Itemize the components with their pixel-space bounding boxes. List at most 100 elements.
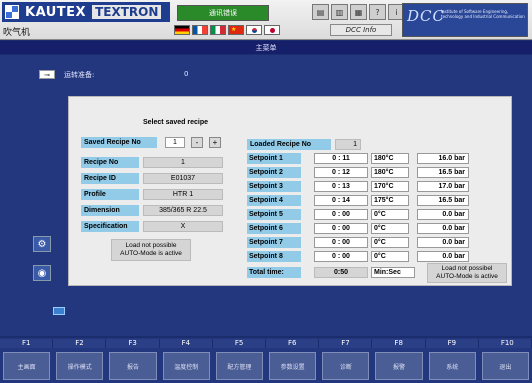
- decrement-button[interactable]: -: [191, 137, 203, 148]
- setpoint-1-pressure: 16.0 bar: [417, 153, 469, 164]
- setpoint-5-temp: 0°C: [371, 209, 409, 220]
- chinese-flag-icon[interactable]: [228, 25, 244, 35]
- italian-flag-icon[interactable]: [210, 25, 226, 35]
- monitor-icon[interactable]: ▤: [312, 4, 329, 20]
- right-note-line-1: Load not possibel: [441, 265, 493, 272]
- settings-icon[interactable]: ▦: [350, 4, 367, 20]
- network-icon[interactable]: ▥: [331, 4, 348, 20]
- f8-button[interactable]: 报警: [375, 352, 423, 380]
- right-note-line-2: AUTO-Mode is active: [436, 273, 498, 280]
- german-flag-icon[interactable]: [174, 25, 190, 35]
- setpoint-6-time: 0 : 00: [314, 223, 368, 234]
- french-flag-icon[interactable]: [192, 25, 208, 35]
- setpoint-7-temp: 0°C: [371, 237, 409, 248]
- logo-kautex-text: KAUTEX: [25, 4, 87, 20]
- saved-recipe-no-input[interactable]: 1: [165, 137, 185, 148]
- setpoint-4-label: Setpoint 4: [247, 195, 301, 206]
- dcc-logo-tagline: Institute of Software Engineering, techn…: [441, 9, 525, 19]
- fkey-label-f9: F9: [426, 339, 479, 348]
- specification-value: X: [143, 221, 223, 232]
- setpoint-6-pressure: 0.0 bar: [417, 223, 469, 234]
- setpoint-5-time: 0 : 00: [314, 209, 368, 220]
- f9-button[interactable]: 系统: [428, 352, 476, 380]
- kautex-textron-logo: KAUTEX TEXTRON: [2, 2, 170, 22]
- f4-button[interactable]: 温度控制: [162, 352, 210, 380]
- header-bar: KAUTEX TEXTRON 吹气机 通讯错误 ▤ ▥ ▦ ? i DCC In…: [0, 0, 532, 40]
- setpoint-7-time: 0 : 00: [314, 237, 368, 248]
- dimension-value: 385/365 R 22.5: [143, 205, 223, 216]
- setpoint-8-temp: 0°C: [371, 251, 409, 262]
- recipe-id-value: E01037: [143, 173, 223, 184]
- loaded-recipe-no-label: Loaded Recipe No: [247, 139, 331, 150]
- dcc-logo: DCC Institute of Software Engineering, t…: [402, 3, 528, 37]
- language-selector: [174, 25, 280, 35]
- f10-button[interactable]: 退出: [481, 352, 530, 380]
- setpoint-8-time: 0 : 00: [314, 251, 368, 262]
- setpoint-8-label: Setpoint 8: [247, 251, 301, 262]
- dcc-logo-text: DCC: [407, 7, 445, 25]
- function-key-bar: F1 F2 F3 F4 F5 F6 F7 F8 F9 F10 主画面 操作模式 …: [0, 338, 532, 383]
- f2-button[interactable]: 操作模式: [56, 352, 104, 380]
- setpoint-3-pressure: 17.0 bar: [417, 181, 469, 192]
- korean-flag-icon[interactable]: [246, 25, 262, 35]
- setpoint-2-label: Setpoint 2: [247, 167, 301, 178]
- setpoint-2-time: 0 : 12: [314, 167, 368, 178]
- setpoint-3-time: 0 : 13: [314, 181, 368, 192]
- fkey-label-f1: F1: [0, 339, 54, 348]
- japanese-flag-icon[interactable]: [264, 25, 280, 35]
- status-label: 运转准备:: [64, 71, 95, 79]
- fkey-label-f6: F6: [266, 339, 320, 348]
- recipe-no-value: 1: [143, 157, 223, 168]
- setpoint-2-temp: 180°C: [371, 167, 409, 178]
- setpoint-4-pressure: 16.5 bar: [417, 195, 469, 206]
- function-key-buttons: 主画面 操作模式 报告 温度控制 配方管理 参数设置 诊断 报警 系统 退出: [0, 352, 532, 380]
- setpoint-5-pressure: 0.0 bar: [417, 209, 469, 220]
- fkey-label-f8: F8: [372, 339, 426, 348]
- setpoint-4-temp: 175°C: [371, 195, 409, 206]
- profile-label: Profile: [81, 189, 139, 200]
- dimension-label: Dimension: [81, 205, 139, 216]
- increment-button[interactable]: +: [209, 137, 221, 148]
- fkey-label-f2: F2: [53, 339, 107, 348]
- f6-button[interactable]: 参数设置: [269, 352, 317, 380]
- setpoint-1-label: Setpoint 1: [247, 153, 301, 164]
- setpoint-3-temp: 170°C: [371, 181, 409, 192]
- setpoint-1-time: 0 : 11: [314, 153, 368, 164]
- setpoint-5-label: Setpoint 5: [247, 209, 301, 220]
- specification-label: Specification: [81, 221, 139, 232]
- dcc-info-button[interactable]: DCC Info: [330, 24, 392, 36]
- camera-icon[interactable]: ◉: [33, 265, 51, 281]
- logo-textron-text: TEXTRON: [92, 5, 162, 19]
- fkey-label-f5: F5: [213, 339, 267, 348]
- fkey-label-f4: F4: [160, 339, 213, 348]
- recipe-dialog: Select saved recipe Saved Recipe No 1 - …: [68, 96, 512, 286]
- total-time-value: 0:50: [314, 267, 368, 278]
- profile-value: HTR 1: [143, 189, 223, 200]
- setpoint-7-pressure: 0.0 bar: [417, 237, 469, 248]
- setpoint-7-label: Setpoint 7: [247, 237, 301, 248]
- fkey-label-f3: F3: [106, 339, 160, 348]
- fkey-label-f7: F7: [319, 339, 373, 348]
- recipe-id-label: Recipe ID: [81, 173, 139, 184]
- setpoint-6-temp: 0°C: [371, 223, 409, 234]
- f5-button[interactable]: 配方管理: [215, 352, 264, 380]
- f3-button[interactable]: 报告: [109, 352, 157, 380]
- machine-name: 吹气机: [3, 28, 31, 38]
- fkey-label-f10: F10: [479, 339, 532, 348]
- status-value: 0: [184, 70, 189, 78]
- help-icon[interactable]: ?: [369, 4, 386, 20]
- total-time-label: Total time:: [247, 267, 301, 278]
- dialog-title: Select saved recipe: [143, 119, 208, 126]
- page-title: 主菜单: [0, 41, 532, 54]
- key-icon: ⊸: [39, 70, 55, 79]
- kautex-logo-icon: [5, 5, 19, 19]
- f1-button[interactable]: 主画面: [3, 352, 51, 380]
- loaded-recipe-no-value: 1: [335, 139, 361, 150]
- indicator-icon: [53, 307, 65, 315]
- left-load-note: Load not possible AUTO-Mode is active: [111, 239, 191, 261]
- setpoint-1-temp: 180°C: [371, 153, 409, 164]
- communication-status-indicator[interactable]: 通讯错误: [177, 5, 269, 21]
- f7-button[interactable]: 诊断: [322, 352, 370, 380]
- recipe-no-label: Recipe No: [81, 157, 139, 168]
- press-machine-icon[interactable]: ⚙: [33, 236, 51, 252]
